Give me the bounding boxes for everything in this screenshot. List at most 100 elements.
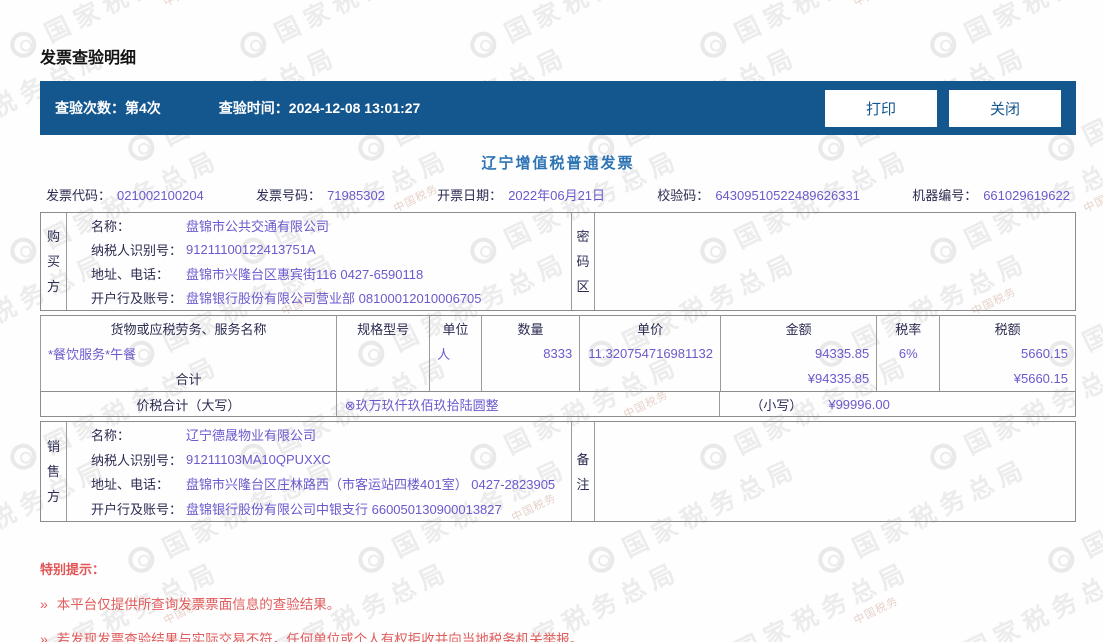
invoice-code: 发票代码： 021002100204	[46, 185, 204, 204]
seller-bank-value: 盘锦银行股份有限公司中银支行 660050130900013827	[186, 501, 502, 517]
items-table: 货物或应税劳务、服务名称 规格型号 单位 数量 单价 金额 税率 税额 *餐饮服…	[39, 315, 1076, 392]
tax-emblem-icon	[5, 439, 41, 475]
seller-taxid-row: 纳税人识别号： 91211103MA10QPUXXC	[91, 447, 571, 472]
buyer-name-row: 名称： 盘锦市公共交通有限公司	[91, 213, 571, 237]
invoice-number-value: 71985302	[327, 188, 385, 203]
subtotal-tax: ¥5660.15	[939, 366, 1076, 392]
seller-section: 销售方 名称： 辽宁德晟物业有限公司 纳税人识别号： 91211103MA10Q…	[40, 421, 1076, 522]
print-button[interactable]: 打印	[825, 89, 937, 127]
item-price: 11.320754716981132	[579, 340, 721, 367]
buyer-side-label: 购买方	[46, 229, 60, 294]
check-count: 查验次数： 第4次	[55, 98, 161, 118]
subtotal-qty-empty	[480, 366, 581, 392]
item-row: *餐饮服务*午餐 人 8333 11.320754716981132 94335…	[39, 340, 1076, 367]
tax-emblem-icon	[5, 233, 41, 269]
seller-side-label: 销售方	[46, 439, 60, 504]
machine-number-value: 661029619622	[983, 188, 1070, 203]
seller-bank-row: 开户行及账号： 盘锦银行股份有限公司中银支行 66005013090001382…	[91, 496, 571, 521]
items-header-row: 货物或应税劳务、服务名称 规格型号 单位 数量 单价 金额 税率 税额	[39, 315, 1076, 341]
check-code: 校验码： 64309510522489626331	[657, 185, 860, 204]
seller-address-row: 地址、电话： 盘锦市兴隆台区庄林路西（市客运站四楼401室） 0427-2823…	[91, 472, 571, 497]
invoice-title: 辽宁增值税普通发票	[481, 155, 635, 172]
buyer-name-label: 名称：	[91, 218, 131, 234]
invoice-date-label: 开票日期：	[437, 188, 503, 203]
buyer-bank-row: 开户行及账号： 盘锦银行股份有限公司营业部 08100012010006705	[91, 286, 571, 310]
remark-label: 备注	[572, 422, 595, 521]
col-header-unit: 单位	[429, 315, 482, 341]
col-header-taxrate: 税率	[876, 315, 941, 341]
col-header-tax: 税额	[939, 315, 1076, 341]
password-area-label: 密码区	[572, 213, 595, 310]
subtotal-amount: ¥94335.85	[719, 366, 878, 392]
item-spec	[336, 340, 431, 367]
buyer-bank-label: 开户行及账号：	[91, 291, 183, 307]
notice-line: » 本平台仅提供所查询发票票面信息的查验结果。	[40, 593, 1076, 613]
seller-taxid-label: 纳税人识别号：	[91, 452, 183, 468]
page-title: 发票查验明细	[40, 50, 137, 67]
invoice-check-page: 发票查验明细 查验次数： 第4次 查验时间： 2024-12-08 13:01:…	[39, 0, 1076, 642]
seller-bank-label: 开户行及账号：	[91, 501, 183, 517]
seller-address-label: 地址、电话：	[91, 477, 170, 493]
item-taxrate: 6%	[876, 340, 941, 367]
check-time-value: 2024-12-08 13:01:27	[288, 100, 421, 116]
check-count-label: 查验次数：	[55, 100, 125, 116]
notice-marker: »	[40, 631, 48, 642]
machine-number-label: 机器编号：	[912, 188, 978, 203]
col-header-qty: 数量	[480, 315, 581, 341]
watermark-text: 国家税务总局	[1078, 453, 1103, 564]
subtotal-taxrate-empty	[876, 366, 941, 392]
check-count-value: 第4次	[125, 100, 161, 116]
seller-taxid-value: 91211103MA10QPUXXC	[186, 451, 331, 467]
check-code-value: 64309510522489626331	[715, 188, 860, 203]
buyer-section: 购买方 名称： 盘锦市公共交通有限公司 纳税人识别号： 912111001224…	[40, 212, 1076, 311]
item-tax: 5660.15	[939, 340, 1076, 367]
item-qty: 8333	[480, 340, 581, 367]
col-header-spec: 规格型号	[336, 315, 431, 341]
invoice-code-value: 021002100204	[117, 188, 204, 203]
subtotal-label: 合计	[39, 366, 338, 392]
subtotal-unit-empty	[429, 366, 482, 392]
notice-marker: »	[40, 596, 48, 612]
seller-name-label: 名称：	[91, 428, 131, 444]
item-unit: 人	[429, 340, 482, 367]
password-area-value	[595, 213, 1075, 310]
col-header-amount: 金额	[719, 315, 878, 341]
col-header-name: 货物或应税劳务、服务名称	[39, 315, 338, 341]
invoice-number: 发票号码： 71985302	[256, 185, 385, 204]
grand-total-small: （小写） ¥99996.00	[720, 392, 1075, 416]
close-button[interactable]: 关闭	[949, 89, 1061, 127]
watermark-text: 国家税务总局	[1078, 247, 1103, 358]
buyer-bank-value: 盘锦银行股份有限公司营业部 08100012010006705	[186, 291, 482, 307]
subtotal-row: 合计 ¥94335.85 ¥5660.15	[39, 366, 1076, 392]
seller-address-value: 盘锦市兴隆台区庄林路西（市客运站四楼401室） 0427-2823905	[186, 477, 556, 493]
invoice-date-value: 2022年06月21日	[508, 188, 606, 203]
toolbar: 查验次数： 第4次 查验时间： 2024-12-08 13:01:27 打印 关…	[40, 81, 1076, 135]
check-code-label: 校验码：	[657, 188, 710, 203]
grand-total-row: 价税合计（大写） ⊗玖万玖仟玖佰玖拾陆圆整 （小写） ¥99996.00	[40, 392, 1076, 417]
buyer-details: 名称： 盘锦市公共交通有限公司 纳税人识别号： 9121110012241375…	[66, 213, 572, 310]
grand-total-small-label: （小写）	[750, 397, 803, 413]
item-name: *餐饮服务*午餐	[39, 340, 338, 367]
seller-details: 名称： 辽宁德晟物业有限公司 纳税人识别号： 91211103MA10QPUXX…	[66, 422, 572, 521]
buyer-taxid-value: 91211100122413751A	[186, 241, 316, 257]
buyer-name-value: 盘锦市公共交通有限公司	[186, 218, 330, 234]
footer-notices: 特别提示： » 本平台仅提供所查询发票票面信息的查验结果。 » 若发现发票查验结…	[40, 559, 1076, 642]
notice-text: 若发现发票查验结果与实际交易不符，任何单位或个人有权拒收并向当地税务机关举报。	[56, 632, 584, 642]
buyer-taxid-label: 纳税人识别号：	[91, 242, 183, 258]
invoice-header-row: 发票代码： 021002100204 发票号码： 71985302 开票日期： 202…	[40, 185, 1076, 204]
remark-value	[595, 422, 1075, 521]
buyer-address-value: 盘锦市兴隆台区惠宾街116 0427-6590118	[186, 267, 424, 283]
col-header-price: 单价	[579, 315, 721, 341]
item-amount: 94335.85	[719, 340, 878, 367]
grand-total-caps: ⊗玖万玖仟玖佰玖拾陆圆整	[337, 392, 721, 416]
footer-title: 特别提示：	[40, 562, 106, 577]
grand-total-label: 价税合计（大写）	[41, 392, 337, 416]
tax-emblem-icon	[5, 27, 41, 63]
invoice-date: 开票日期： 2022年06月21日	[437, 185, 605, 204]
invoice-number-label: 发票号码：	[256, 188, 322, 203]
seller-name-row: 名称： 辽宁德晟物业有限公司	[91, 422, 571, 447]
notice-line: » 若发现发票查验结果与实际交易不符，任何单位或个人有权拒收并向当地税务机关举报…	[40, 628, 1076, 642]
machine-number: 机器编号： 661029619622	[912, 185, 1070, 204]
subtotal-price-empty	[579, 366, 721, 392]
seller-name-value: 辽宁德晟物业有限公司	[186, 428, 317, 444]
